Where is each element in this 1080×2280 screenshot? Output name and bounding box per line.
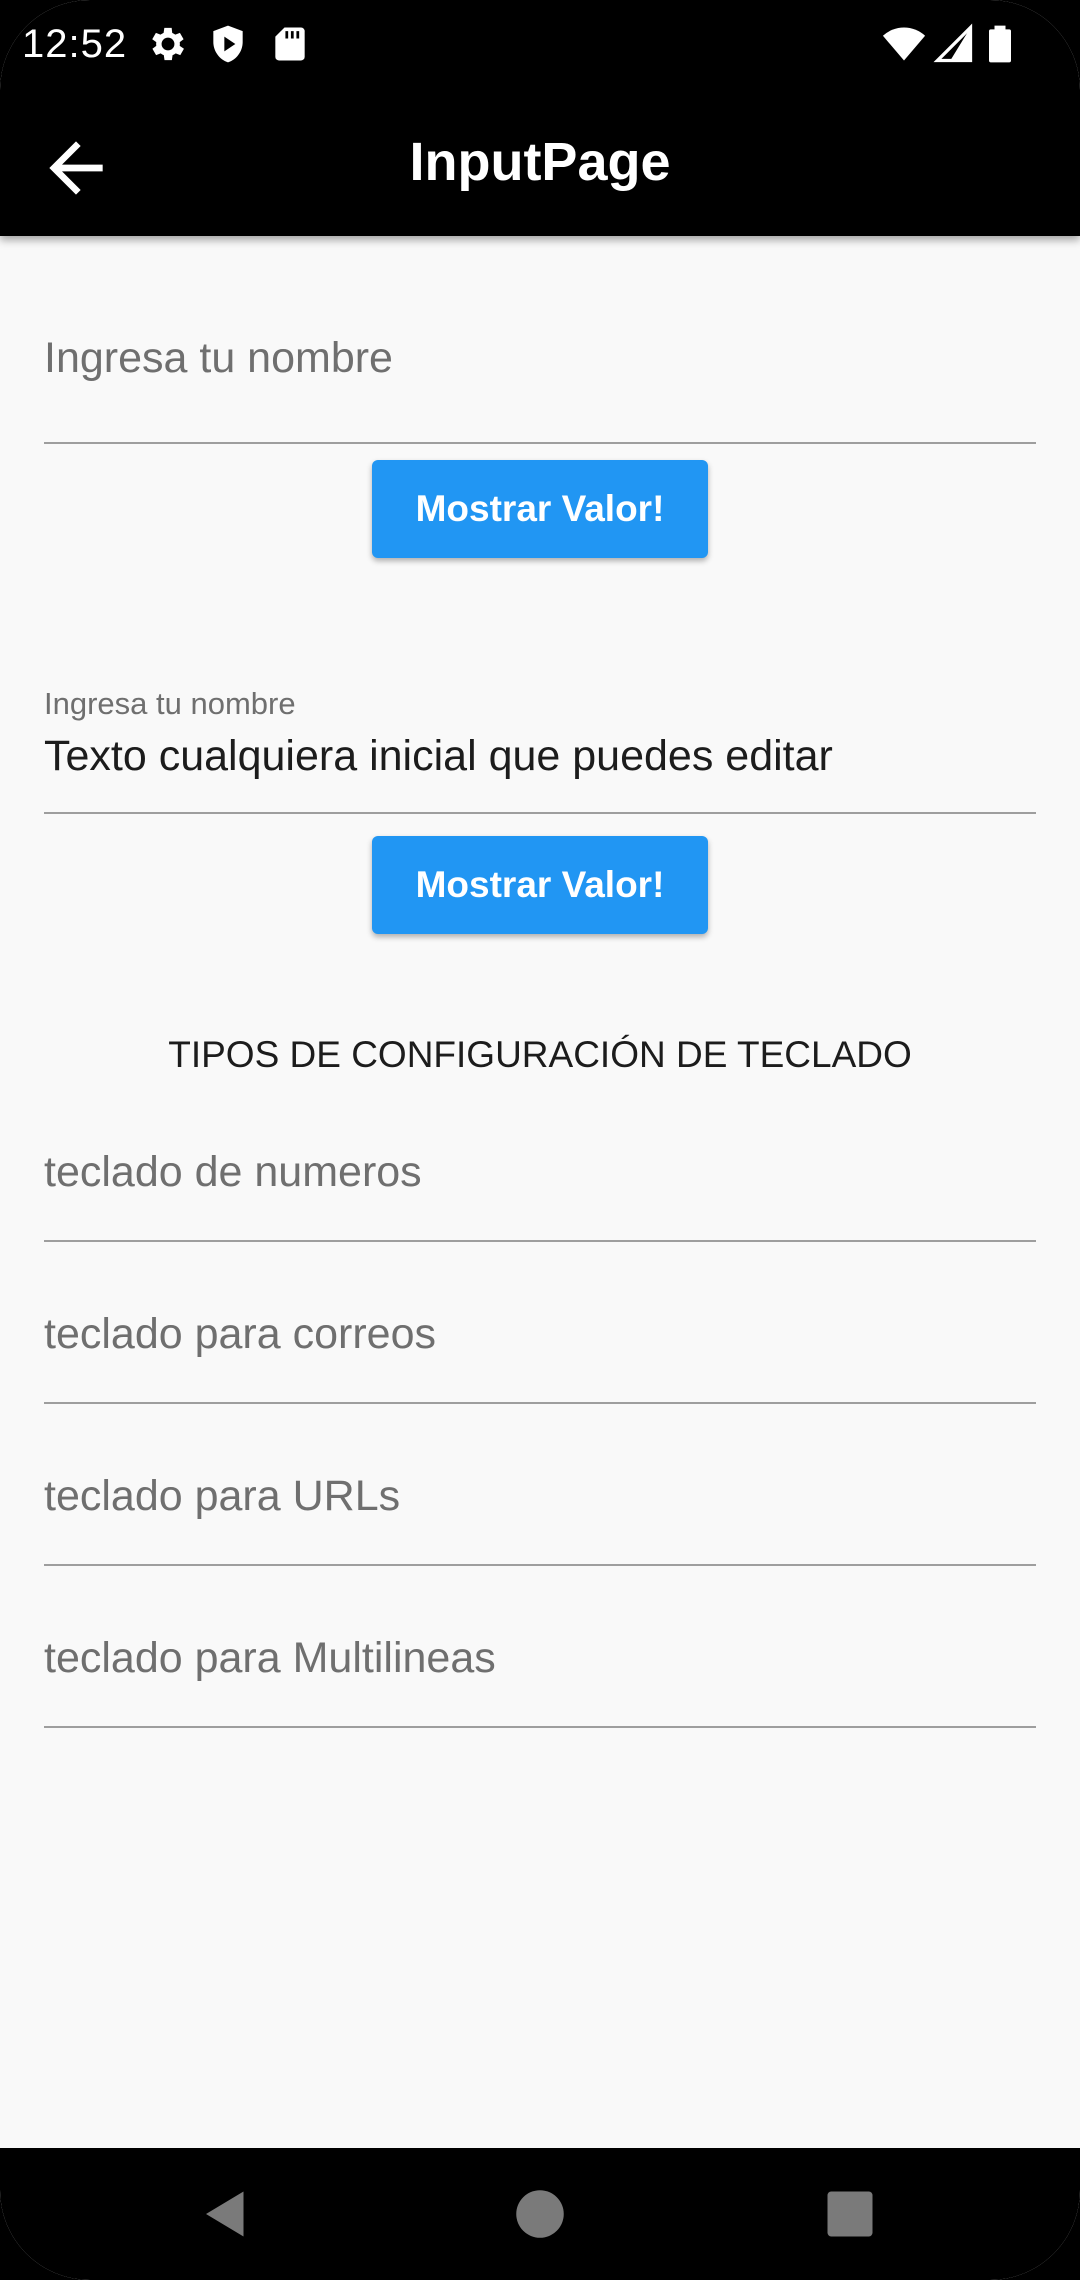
- email-keyboard-input[interactable]: teclado para correos: [44, 1278, 1036, 1404]
- nav-back-button[interactable]: [196, 2184, 256, 2244]
- multiline-keyboard-placeholder: teclado para Multilineas: [44, 1634, 496, 1682]
- status-time: 12:52: [22, 22, 128, 66]
- cell-signal-icon: [932, 22, 976, 66]
- screen: 12:52 InputPage Ingresa tu nombre Mostra…: [0, 0, 1080, 2280]
- status-bar: 12:52: [0, 0, 1080, 88]
- name-input-2-label: Ingresa tu nombre: [44, 686, 296, 721]
- url-keyboard-placeholder: teclado para URLs: [44, 1472, 401, 1520]
- back-button[interactable]: [36, 128, 116, 208]
- recents-square-icon: [827, 2191, 873, 2237]
- url-keyboard-input[interactable]: teclado para URLs: [44, 1440, 1036, 1566]
- home-circle-icon: [516, 2190, 564, 2238]
- nav-recents-button[interactable]: [820, 2184, 880, 2244]
- show-value-button-1[interactable]: Mostrar Valor!: [372, 460, 708, 558]
- name-input-1-placeholder: Ingresa tu nombre: [44, 334, 393, 382]
- nav-home-button[interactable]: [510, 2184, 570, 2244]
- email-keyboard-placeholder: teclado para correos: [44, 1310, 436, 1358]
- name-input-2[interactable]: Ingresa tu nombre Texto cualquiera inici…: [44, 686, 1036, 814]
- navigation-bar: [0, 2148, 1080, 2280]
- sd-card-icon: [268, 22, 312, 66]
- numbers-keyboard-input[interactable]: teclado de numeros: [44, 1116, 1036, 1242]
- gear-icon: [146, 22, 190, 66]
- wifi-icon: [880, 22, 928, 66]
- multiline-keyboard-input[interactable]: teclado para Multilineas: [44, 1602, 1036, 1728]
- show-value-button-2[interactable]: Mostrar Valor!: [372, 836, 708, 934]
- name-input-2-value: Texto cualquiera inicial que puedes edit…: [44, 732, 833, 780]
- arrow-back-icon: [49, 141, 103, 195]
- app-bar: InputPage: [0, 88, 1080, 236]
- shield-play-icon: [206, 22, 250, 66]
- page-title: InputPage: [409, 132, 671, 192]
- numbers-keyboard-placeholder: teclado de numeros: [44, 1148, 422, 1196]
- name-input-1[interactable]: Ingresa tu nombre: [44, 236, 1036, 444]
- back-triangle-icon: [206, 2191, 244, 2237]
- keyboard-section-title: TIPOS DE CONFIGURACIÓN DE TECLADO: [168, 1034, 912, 1075]
- battery-icon: [978, 22, 1022, 66]
